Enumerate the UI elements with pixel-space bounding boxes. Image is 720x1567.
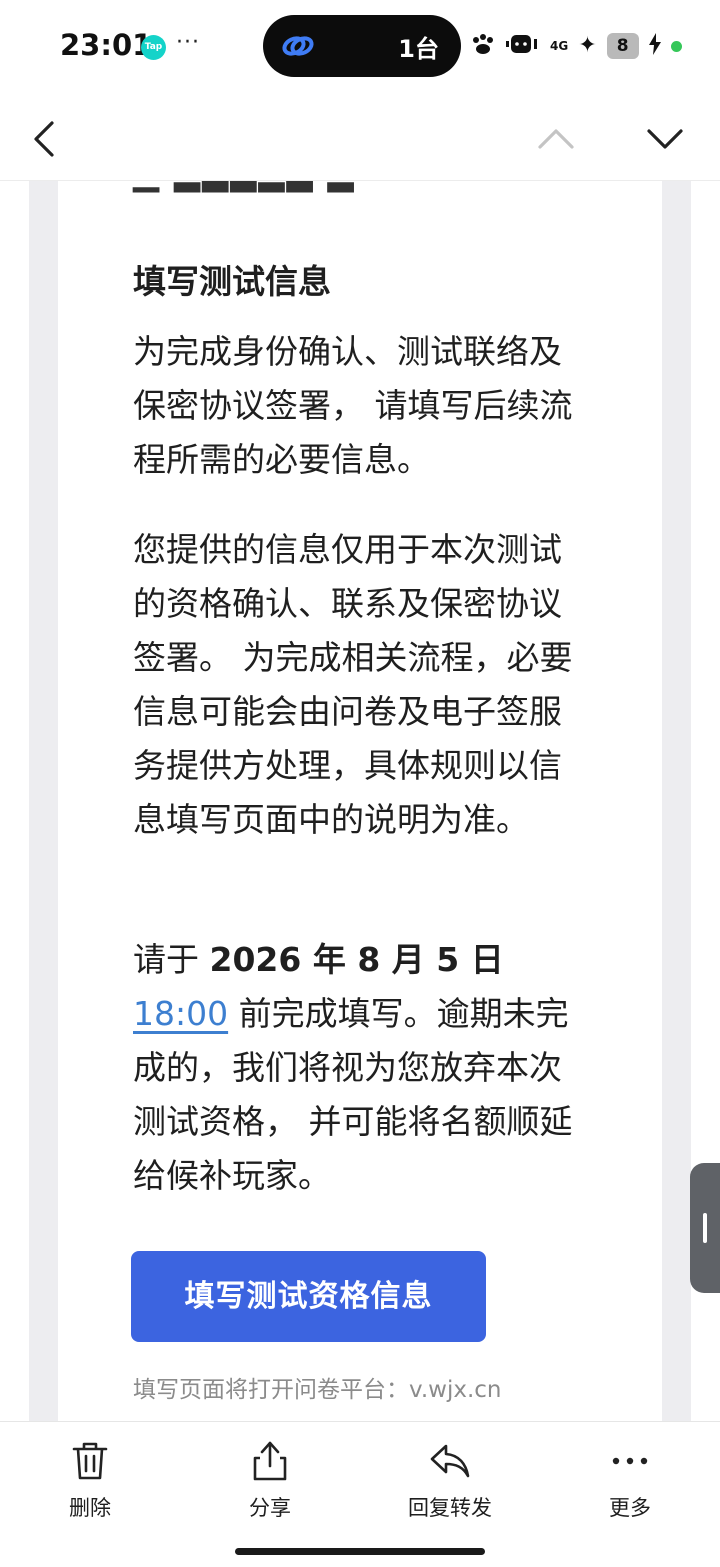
deadline-paragraph: 请于 2026 年 8 月 5 日 18:00 前完成填写。逾期未完成的，我们将视… bbox=[133, 933, 583, 1203]
clipped-text-line: ▁ ▂▃▃▂▃ ▂ bbox=[133, 181, 356, 193]
delete-label: 删除 bbox=[69, 1496, 111, 1520]
privacy-indicator-dot bbox=[670, 40, 682, 52]
delete-button[interactable]: 删除 bbox=[30, 1440, 150, 1522]
fill-qualification-button[interactable]: 填写测试资格信息 bbox=[131, 1251, 486, 1342]
share-icon bbox=[253, 1441, 287, 1481]
dynamic-island[interactable]: 1台 bbox=[263, 15, 461, 77]
more-notifications-icon: ··· bbox=[176, 30, 200, 55]
device-count: 1台 bbox=[398, 35, 439, 63]
bear-app-icon bbox=[506, 32, 540, 61]
more-label: 更多 bbox=[609, 1496, 651, 1520]
chevron-left-icon[interactable] bbox=[24, 117, 68, 161]
reply-icon bbox=[430, 1444, 470, 1478]
network-type: 4G bbox=[550, 39, 569, 53]
chevron-up-icon[interactable] bbox=[534, 117, 578, 161]
side-scroll-handle[interactable] bbox=[690, 1163, 720, 1293]
status-icons: 4G ✦ 8 bbox=[470, 28, 682, 64]
privacy-paragraph: 您提供的信息仅用于本次测试的资格确认、联系及保密协议签署。 为完成相关流程，必要… bbox=[133, 530, 573, 839]
reply-forward-label: 回复转发 bbox=[408, 1496, 492, 1520]
email-body-card: ▁ ▂▃▃▂▃ ▂ 填写测试信息 为完成身份确认、测试联络及保密协议签署， 请填… bbox=[58, 181, 662, 1421]
status-time: 23:01 bbox=[60, 28, 153, 62]
intro-paragraph: 为完成身份确认、测试联络及保密协议签署， 请填写后续流程所需的必要信息。 bbox=[133, 332, 573, 479]
charging-icon bbox=[648, 32, 661, 60]
section-title: 填写测试信息 bbox=[133, 262, 331, 301]
paw-icon bbox=[470, 32, 496, 61]
scroll-grip bbox=[703, 1213, 707, 1243]
share-button[interactable]: 分享 bbox=[210, 1440, 330, 1522]
mail-nav-bar bbox=[0, 95, 720, 181]
deadline-prefix: 请于 bbox=[133, 940, 210, 979]
home-indicator[interactable] bbox=[235, 1548, 485, 1555]
gutter-right bbox=[662, 181, 691, 1421]
more-dots-icon bbox=[612, 1457, 648, 1465]
chevron-down-icon[interactable] bbox=[643, 117, 687, 161]
platform-footnote: 填写页面将打开问卷平台：v.wjx.cn bbox=[133, 1377, 502, 1403]
trash-icon bbox=[72, 1442, 108, 1480]
sparkle-icon: ✦ bbox=[578, 33, 597, 58]
deadline-time-link[interactable]: 18:00 bbox=[133, 994, 228, 1033]
share-label: 分享 bbox=[249, 1496, 291, 1520]
gutter-left bbox=[29, 181, 58, 1421]
battery-icon: 8 bbox=[606, 33, 639, 59]
reply-forward-button[interactable]: 回复转发 bbox=[390, 1440, 510, 1522]
connection-link-icon bbox=[282, 36, 314, 56]
deadline-date: 2026 年 8 月 5 日 bbox=[209, 940, 504, 979]
status-bar: 23:01 Tap ··· 1台 4G ✦ 8 bbox=[0, 0, 720, 95]
tap-app-icon: Tap bbox=[141, 35, 166, 60]
more-button[interactable]: 更多 bbox=[570, 1440, 690, 1522]
bottom-toolbar: 删除 分享 回复转发 更多 bbox=[0, 1421, 720, 1567]
